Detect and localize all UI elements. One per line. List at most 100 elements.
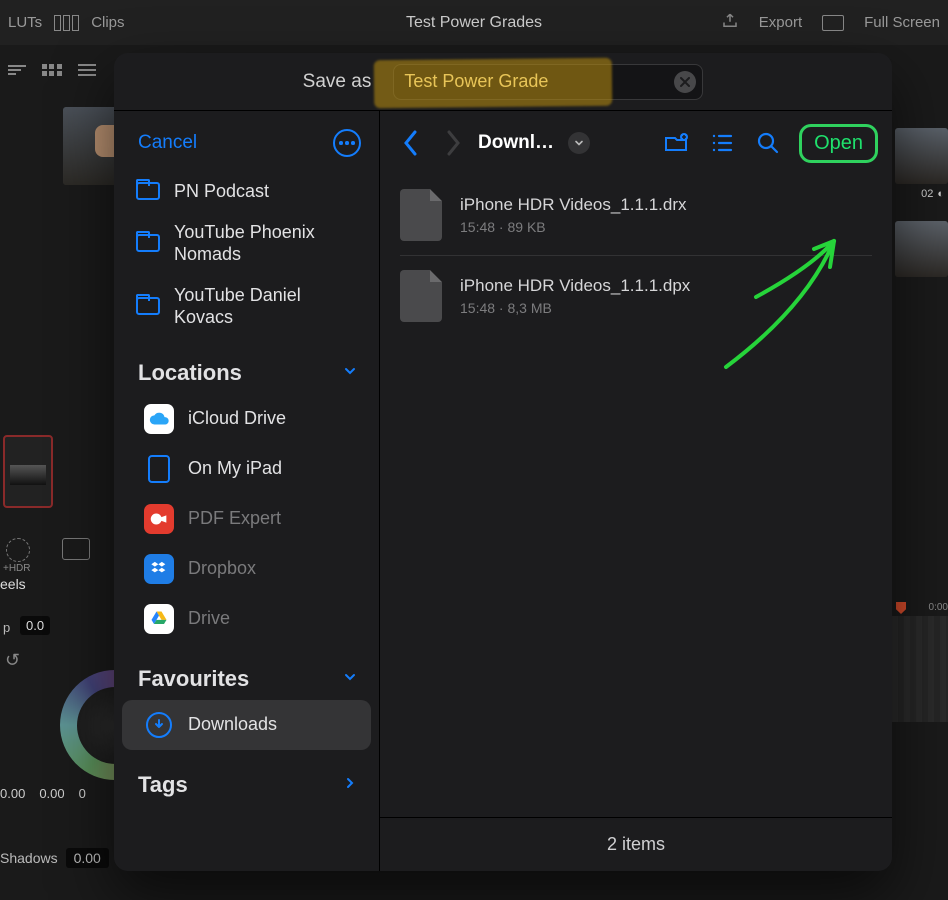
folder-icon (136, 182, 160, 200)
favourite-label: Downloads (188, 714, 277, 735)
tags-section-header[interactable]: Tags (114, 750, 379, 806)
file-item-dpx[interactable]: iPhone HDR Videos_1.1.1.dpx 15:48 · 8,3 … (400, 255, 872, 336)
location-dropbox[interactable]: Dropbox (122, 544, 371, 594)
browser-toolbar: Downl… Open (380, 111, 892, 175)
sidebar-folder-youtube-phoenix[interactable]: YouTube Phoenix Nomads (114, 212, 379, 275)
item-count: 2 items (607, 834, 665, 855)
chevron-right-icon (343, 776, 357, 793)
dialog-header: Save as (114, 53, 892, 111)
timeline-band[interactable] (892, 616, 948, 722)
luts-button[interactable]: LUTs (8, 14, 42, 31)
val-2[interactable]: 0.00 (39, 786, 64, 801)
folder-label: YouTube Phoenix Nomads (174, 221, 357, 266)
undo-icon[interactable]: ↺ (5, 650, 20, 671)
sidebar-folder-youtube-daniel[interactable]: YouTube Daniel Kovacs (114, 275, 379, 338)
favourites-section-header[interactable]: Favourites (114, 644, 379, 700)
location-google-drive[interactable]: Drive (122, 594, 371, 644)
media-pool-icon[interactable] (54, 15, 79, 31)
hdr-wheel-icon[interactable] (6, 538, 30, 562)
save-as-label: Save as (303, 71, 372, 93)
hdr-label: +HDR (3, 563, 31, 574)
tags-title: Tags (138, 772, 188, 798)
timeline-strip[interactable]: 0:00 (892, 602, 948, 722)
file-list: iPhone HDR Videos_1.1.1.drx 15:48 · 89 K… (380, 175, 892, 817)
favourites-title: Favourites (138, 666, 249, 692)
clip-number-label: 02 ◐ (921, 188, 944, 200)
breadcrumb-dropdown[interactable] (568, 132, 590, 154)
search-button[interactable] (749, 130, 787, 156)
cancel-button[interactable]: Cancel (138, 132, 197, 154)
location-icloud-drive[interactable]: iCloud Drive (122, 394, 371, 444)
browser-footer: 2 items (380, 817, 892, 871)
value-row: 0.00 0.00 0 (0, 786, 86, 801)
more-options-button[interactable] (333, 129, 361, 157)
node-thumbnail[interactable] (3, 435, 53, 508)
locations-title: Locations (138, 360, 242, 386)
shadows-value[interactable]: 0.00 (66, 848, 109, 868)
shadows-label: Shadows (0, 850, 58, 866)
pdf-expert-icon (144, 504, 174, 534)
filename-input[interactable] (404, 71, 664, 92)
sidebar-scroll: PN Podcast YouTube Phoenix Nomads YouTub… (114, 171, 379, 871)
file-icon (400, 189, 442, 241)
project-title: Test Power Grades (406, 14, 542, 32)
open-button[interactable]: Open (799, 124, 878, 163)
save-dialog: Save as Cancel PN Podcast Yo (114, 53, 892, 871)
sort-icon[interactable] (8, 65, 26, 75)
view-mode-button[interactable] (703, 130, 741, 156)
file-name: iPhone HDR Videos_1.1.1.dpx (460, 276, 690, 296)
nav-forward-button[interactable] (436, 123, 470, 163)
folder-icon (136, 297, 160, 315)
val-1[interactable]: 0.00 (0, 786, 25, 801)
folder-label: YouTube Daniel Kovacs (174, 284, 357, 329)
location-pdf-expert[interactable]: PDF Expert (122, 494, 371, 544)
nav-back-button[interactable] (394, 123, 428, 163)
list-view-icon[interactable] (78, 64, 96, 76)
grid-view-icon[interactable] (42, 64, 62, 76)
location-label: Dropbox (188, 558, 256, 579)
chevron-down-icon (343, 670, 357, 687)
chevron-down-icon (343, 364, 357, 381)
playhead-marker[interactable] (892, 602, 948, 612)
sidebar-header: Cancel (114, 111, 379, 171)
curves-icon[interactable] (62, 538, 90, 560)
location-label: On My iPad (188, 458, 282, 479)
sidebar: Cancel PN Podcast YouTube Phoenix Nomads… (114, 111, 380, 871)
clip-thumbnail-right-2[interactable] (895, 221, 948, 277)
clear-input-button[interactable] (674, 71, 696, 93)
export-button[interactable]: Export (759, 14, 802, 31)
secondary-toolbar (0, 50, 104, 90)
file-name: iPhone HDR Videos_1.1.1.drx (460, 195, 687, 215)
location-label: PDF Expert (188, 508, 281, 529)
downloads-icon (144, 710, 174, 740)
fullscreen-icon[interactable] (822, 15, 844, 31)
ipad-icon (144, 454, 174, 484)
clips-button[interactable]: Clips (91, 14, 124, 31)
file-metadata: 15:48 · 8,3 MB (460, 300, 690, 316)
location-on-my-ipad[interactable]: On My iPad (122, 444, 371, 494)
export-icon[interactable] (721, 12, 739, 34)
app-topbar: LUTs Clips Test Power Grades Export Full… (0, 0, 948, 45)
dropbox-icon (144, 554, 174, 584)
shadows-row: Shadows 0.00 (0, 848, 109, 868)
google-drive-icon (144, 604, 174, 634)
sidebar-folder-pn-podcast[interactable]: PN Podcast (114, 171, 379, 212)
clip-thumbnail-right-1[interactable] (895, 128, 948, 184)
val-3[interactable]: 0 (79, 786, 86, 801)
file-item-drx[interactable]: iPhone HDR Videos_1.1.1.drx 15:48 · 89 K… (400, 175, 872, 255)
folder-icon (136, 234, 160, 252)
dialog-body: Cancel PN Podcast YouTube Phoenix Nomads… (114, 111, 892, 871)
param-value[interactable]: 0.0 (20, 616, 50, 635)
wheels-label: eels (0, 576, 26, 592)
locations-section-header[interactable]: Locations (114, 338, 379, 394)
favourite-downloads[interactable]: Downloads (122, 700, 371, 750)
icloud-icon (144, 404, 174, 434)
new-folder-button[interactable] (657, 130, 695, 156)
file-browser: Downl… Open (380, 111, 892, 871)
folder-label: PN Podcast (174, 180, 269, 203)
clip-indicator-icon: ◐ (937, 188, 944, 200)
breadcrumb-title[interactable]: Downl… (478, 132, 554, 154)
file-icon (400, 270, 442, 322)
filename-field-wrap (393, 64, 703, 100)
fullscreen-button[interactable]: Full Screen (864, 14, 940, 31)
